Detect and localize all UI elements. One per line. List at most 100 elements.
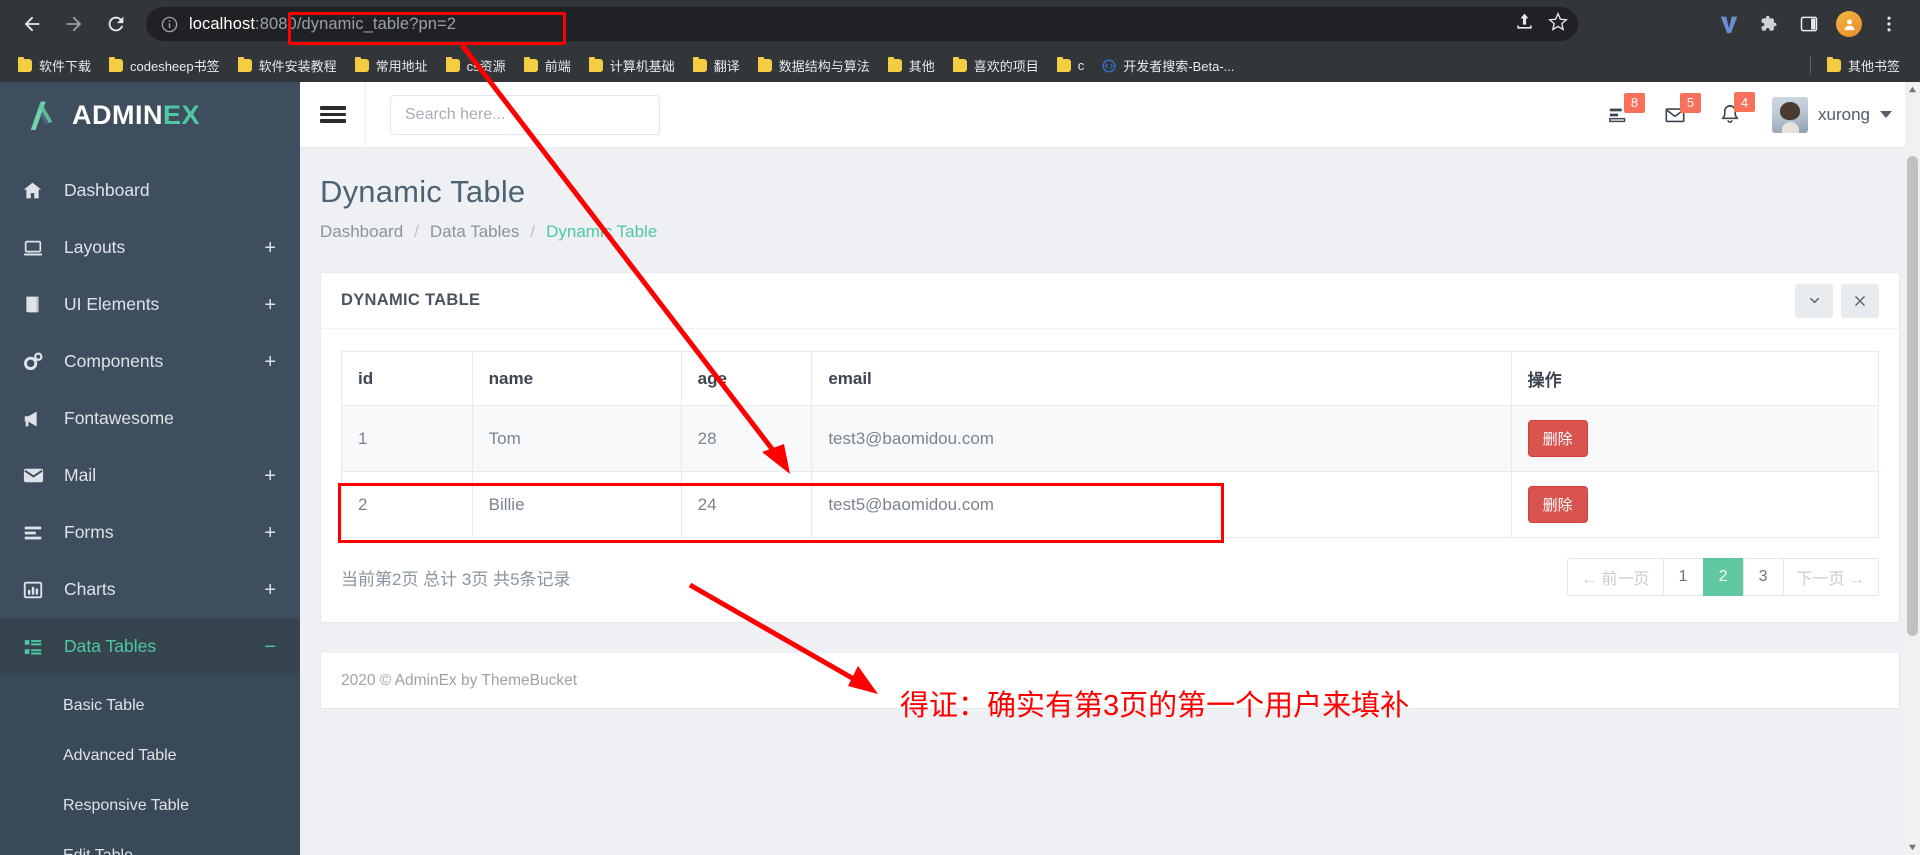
pagination-page-1[interactable]: 1 (1662, 558, 1704, 596)
bookmark-item[interactable]: 计算机基础 (581, 53, 683, 77)
search-box[interactable] (390, 94, 660, 135)
forms-icon (22, 522, 52, 544)
main-content: Dynamic Table Dashboard / Data Tables / … (300, 148, 1920, 855)
bell-icon[interactable]: 4 (1718, 92, 1756, 126)
brand-logo-area[interactable]: ADMINEX (0, 82, 300, 148)
back-button[interactable] (14, 6, 50, 42)
page-scrollbar[interactable] (1905, 82, 1920, 855)
bookmark-item[interactable]: 软件安装教程 (230, 53, 345, 77)
sidebar-toggle-button[interactable] (300, 81, 366, 148)
sidebar-subitem-responsive-table[interactable]: Responsive Table (0, 781, 300, 831)
expand-toggle[interactable]: + (264, 580, 276, 600)
sidebar-toggle-icon[interactable] (1792, 7, 1826, 41)
folder-icon (18, 56, 32, 72)
other-bookmarks-label: 其他书签 (1847, 58, 1900, 74)
bookmark-item[interactable]: 前端 (516, 53, 579, 77)
search-input[interactable] (405, 105, 645, 124)
bookmark-item[interactable]: codesheep书签 (101, 53, 228, 77)
sidebar-item-layouts[interactable]: Layouts + (0, 219, 300, 276)
mail-icon[interactable]: 5 (1662, 92, 1702, 126)
sidebar-item-label: Charts (64, 579, 116, 599)
expand-toggle[interactable]: + (264, 466, 276, 486)
sidebar-subitem-basic-table[interactable]: Basic Table (0, 681, 300, 731)
pagination-prev[interactable]: ← 前一页 (1567, 558, 1664, 596)
chrome-menu-icon[interactable] (1872, 7, 1906, 41)
pagination-page-2[interactable]: 2 (1702, 558, 1744, 596)
breadcrumb-item-data-tables[interactable]: Data Tables (430, 222, 519, 242)
table-row: 2 Billie 24 test5@baomidou.com 删除 (341, 471, 1880, 538)
bookmark-item[interactable]: 喜欢的项目 (945, 53, 1047, 77)
pagination-next[interactable]: 下一页 → (1782, 558, 1879, 596)
sidebar-subitem-advanced-table[interactable]: Advanced Table (0, 731, 300, 781)
browser-toolbar: localhost:8080/dynamic_table?pn=2 (0, 0, 1920, 48)
chevron-down-icon[interactable] (1795, 283, 1833, 318)
sidebar-subitem-edit-table[interactable]: Edit Table (0, 831, 300, 855)
breadcrumb-item-dashboard[interactable]: Dashboard (320, 222, 403, 242)
reload-button[interactable] (98, 6, 134, 42)
sidebar-item-label: Forms (64, 522, 114, 542)
bookmark-item[interactable]: 数据结构与算法 (750, 53, 878, 77)
tasks-icon[interactable]: 8 (1606, 92, 1646, 126)
close-icon[interactable] (1841, 283, 1879, 318)
user-menu[interactable]: xurong (1772, 96, 1892, 133)
bookmark-label: 翻译 (713, 58, 740, 74)
cell-id: 2 (341, 471, 473, 538)
page-title: Dynamic Table (320, 174, 526, 209)
sidebar-item-components[interactable]: Components + (0, 333, 300, 390)
folder-icon (1826, 56, 1841, 72)
site-info-icon[interactable] (160, 15, 179, 34)
bookmark-item[interactable]: 软件下载 (10, 53, 99, 77)
address-bar[interactable]: localhost:8080/dynamic_table?pn=2 (146, 7, 1578, 41)
breadcrumb-separator: / (530, 222, 536, 241)
bookmark-item[interactable]: 开发者搜索-Beta-... (1094, 53, 1242, 77)
tasks-badge: 8 (1624, 92, 1646, 113)
column-header-age: age (680, 351, 813, 406)
sidebar-item-fontawesome[interactable]: Fontawesome (0, 390, 300, 447)
bookmark-item[interactable]: c (1049, 53, 1093, 77)
bookmark-item[interactable]: 其他 (880, 53, 943, 77)
bookmark-label: 常用地址 (375, 58, 428, 74)
bookmark-item[interactable]: cs资源 (438, 53, 514, 77)
vimium-extension-icon[interactable] (1712, 7, 1746, 41)
user-name: xurong (1818, 104, 1870, 124)
bookmark-label: 数据结构与算法 (778, 58, 870, 74)
sidebar-item-forms[interactable]: Forms + (0, 504, 300, 561)
topbar-actions: 8 5 4 xurong (1606, 92, 1920, 133)
scroll-down-arrow[interactable] (1905, 840, 1920, 855)
extensions-puzzle-icon[interactable] (1752, 7, 1786, 41)
bookmark-label: 软件安装教程 (258, 58, 337, 74)
other-bookmarks-button[interactable]: 其他书签 (1819, 53, 1908, 77)
bookmark-item[interactable]: 翻译 (685, 53, 748, 77)
bookmark-star-icon[interactable] (1548, 11, 1568, 37)
folder-icon (887, 56, 902, 72)
sidebar-item-charts[interactable]: Charts + (0, 561, 300, 618)
folder-icon (1056, 56, 1071, 72)
expand-toggle[interactable]: + (264, 352, 276, 372)
expand-toggle[interactable]: + (264, 523, 276, 543)
bookmarks-bar: 软件下载 codesheep书签 软件安装教程 常用地址 cs资源 前端 计算机… (0, 48, 1920, 82)
profile-avatar-icon[interactable] (1832, 7, 1866, 41)
table-row: 1 Tom 28 test3@baomidou.com 删除 (341, 405, 1880, 472)
forward-button[interactable] (56, 6, 92, 42)
scroll-up-arrow[interactable] (1905, 82, 1920, 97)
folder-icon (523, 56, 538, 72)
expand-toggle[interactable]: + (264, 295, 276, 315)
bookmark-label: 其他 (908, 58, 935, 74)
delete-button[interactable]: 删除 (1527, 486, 1588, 523)
folder-icon (445, 56, 460, 72)
bookmark-item[interactable]: 常用地址 (347, 53, 436, 77)
pagination-page-3[interactable]: 3 (1742, 558, 1784, 596)
sidebar-item-dashboard[interactable]: Dashboard (0, 162, 300, 219)
expand-toggle[interactable]: + (264, 238, 276, 258)
scrollbar-thumb[interactable] (1907, 156, 1918, 636)
sidebar-item-mail[interactable]: Mail + (0, 447, 300, 504)
folder-icon (354, 56, 369, 72)
share-icon[interactable] (1515, 12, 1534, 36)
avatar (1772, 96, 1809, 133)
delete-button[interactable]: 删除 (1527, 420, 1588, 457)
sidebar-item-data-tables[interactable]: Data Tables − (0, 618, 300, 675)
bookmark-label: 计算机基础 (609, 58, 675, 74)
collapse-toggle[interactable]: − (264, 637, 276, 657)
adminex-logo-icon (24, 95, 64, 135)
sidebar-item-ui-elements[interactable]: UI Elements + (0, 276, 300, 333)
